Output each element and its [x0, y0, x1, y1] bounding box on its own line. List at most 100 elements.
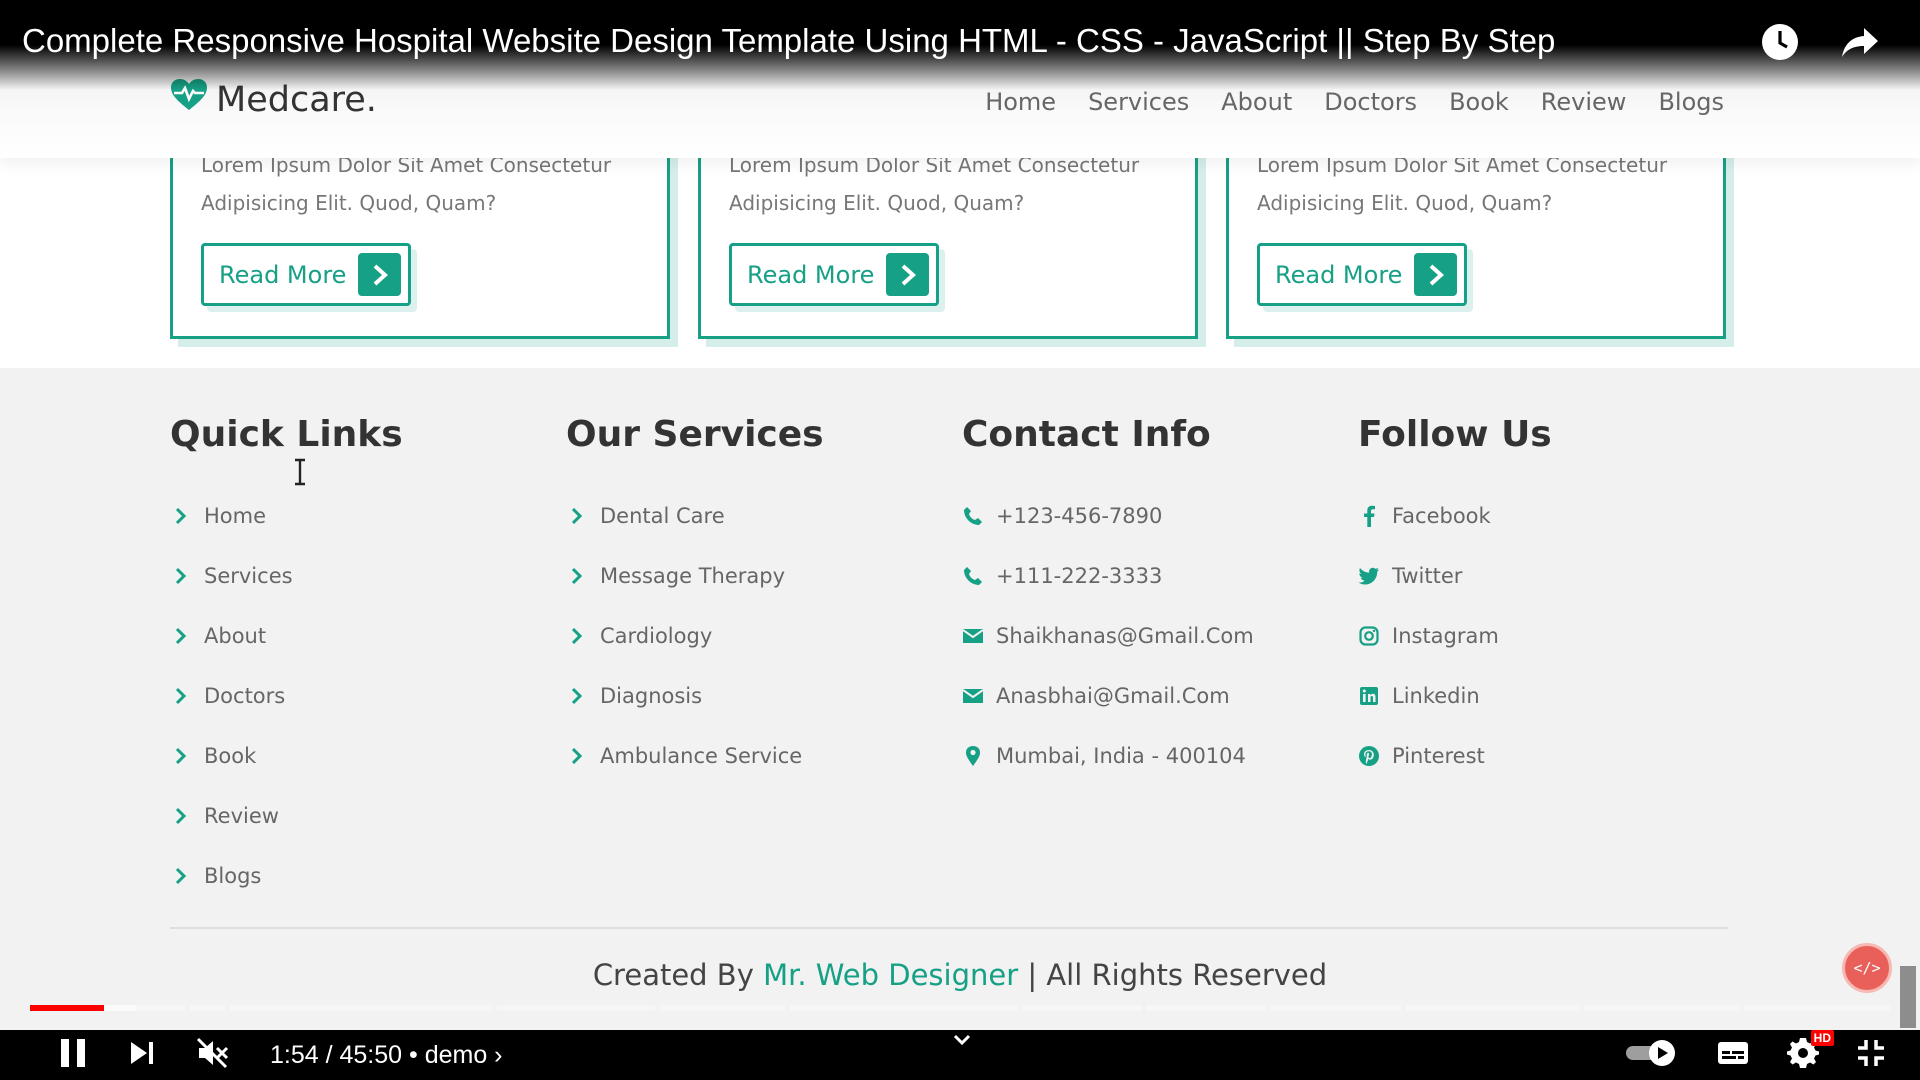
envelope-icon	[962, 687, 984, 705]
share-icon[interactable]	[1840, 22, 1880, 67]
video-player[interactable]: Lorem Ipsum Dolor Sit Amet Consectetur A…	[0, 0, 1920, 1080]
chapter-gap	[1266, 1005, 1270, 1011]
footer-link-label: Home	[204, 504, 267, 528]
phone-icon	[962, 565, 984, 587]
facebook-icon	[1358, 505, 1380, 527]
footer-link[interactable]: Home	[170, 486, 550, 546]
social-link-label: Twitter	[1392, 564, 1463, 588]
footer-link-label: About	[204, 624, 267, 648]
social-link[interactable]: Linkedin	[1358, 666, 1738, 726]
chapter-gap	[785, 1005, 789, 1011]
footer-link[interactable]: Review	[170, 786, 550, 846]
contact-item-label: Mumbai, India - 400104	[996, 744, 1246, 768]
video-title[interactable]: Complete Responsive Hospital Website Des…	[22, 22, 1555, 60]
credit-prefix: Created By	[592, 958, 754, 992]
next-icon[interactable]	[128, 1039, 156, 1072]
footer-link[interactable]: Services	[170, 546, 550, 606]
contact-item[interactable]: Anasbhai@Gmail.Com	[962, 666, 1342, 726]
chevron-right-icon	[170, 567, 192, 585]
settings-icon[interactable]: HD	[1786, 1029, 1834, 1075]
chevron-right-icon	[566, 747, 588, 765]
footer-link[interactable]: Book	[170, 726, 550, 786]
nav-review[interactable]: Review	[1541, 88, 1627, 116]
contact-item[interactable]: Mumbai, India - 400104	[962, 726, 1342, 786]
site-footer: Quick Links Home Services About Doctors …	[0, 368, 1920, 1030]
muted-volume-icon[interactable]	[196, 1037, 230, 1074]
read-more-button[interactable]: Read More	[201, 243, 411, 306]
nav-about[interactable]: About	[1221, 88, 1292, 116]
contact-column: Contact Info +123-456-7890 +111-222-3333…	[962, 414, 1342, 786]
contact-item-label: +111-222-3333	[996, 564, 1163, 588]
quick-links-title: Quick Links	[170, 414, 403, 455]
footer-link-label: Cardiology	[600, 624, 713, 648]
pinterest-icon	[1358, 745, 1380, 767]
controls-right: HD	[1624, 1029, 1886, 1080]
nav-doctors[interactable]: Doctors	[1324, 88, 1417, 116]
contact-item-label: +123-456-7890	[996, 504, 1163, 528]
contact-item-label: Shaikhanas@Gmail.Com	[996, 624, 1254, 648]
social-link[interactable]: Instagram	[1358, 606, 1738, 666]
chapter-gap	[1018, 1005, 1022, 1011]
social-link-label: Instagram	[1392, 624, 1499, 648]
watch-later-icon[interactable]	[1760, 22, 1800, 67]
read-more-button[interactable]: Read More	[729, 243, 939, 306]
envelope-icon	[962, 627, 984, 645]
credit-author-link[interactable]: Mr. Web Designer	[763, 958, 1018, 992]
progress-played	[30, 1005, 105, 1011]
time-display[interactable]: 1:54 / 45:50 • demo ›	[270, 1041, 503, 1070]
footer-link[interactable]: Diagnosis	[566, 666, 946, 726]
code-badge[interactable]: </>	[1842, 943, 1892, 993]
autoplay-toggle-icon[interactable]	[1624, 1037, 1680, 1074]
subtitles-icon[interactable]	[1716, 1039, 1750, 1072]
footer-link[interactable]: Message Therapy	[566, 546, 946, 606]
nav-book[interactable]: Book	[1449, 88, 1509, 116]
video-title-bar: Complete Responsive Hospital Website Des…	[0, 0, 1920, 90]
contact-item-label: Anasbhai@Gmail.Com	[996, 684, 1230, 708]
linkedin-icon	[1358, 686, 1380, 706]
chevron-right-icon	[566, 507, 588, 525]
contact-item[interactable]: +123-456-7890	[962, 486, 1342, 546]
text-cursor-icon	[292, 458, 308, 491]
phone-icon	[962, 505, 984, 527]
chevron-right-icon	[170, 747, 192, 765]
page-scrollbar[interactable]	[1900, 966, 1916, 1028]
contact-title: Contact Info	[962, 414, 1211, 455]
nav-services[interactable]: Services	[1088, 88, 1189, 116]
social-link[interactable]: Facebook	[1358, 486, 1738, 546]
read-more-label: Read More	[1275, 260, 1403, 289]
contact-item[interactable]: Shaikhanas@Gmail.Com	[962, 606, 1342, 666]
chevron-right-icon	[170, 507, 192, 525]
contact-item[interactable]: +111-222-3333	[962, 546, 1342, 606]
footer-link[interactable]: Ambulance Service	[566, 726, 946, 786]
quick-links-column: Quick Links Home Services About Doctors …	[170, 414, 550, 906]
footer-link[interactable]: Cardiology	[566, 606, 946, 666]
chevron-right-icon	[886, 253, 929, 296]
social-link[interactable]: Pinterest	[1358, 726, 1738, 786]
footer-link[interactable]: Dental Care	[566, 486, 946, 546]
footer-link[interactable]: Doctors	[170, 666, 550, 726]
services-column: Our Services Dental Care Message Therapy…	[566, 414, 946, 786]
read-more-button[interactable]: Read More	[1257, 243, 1467, 306]
nav-blogs[interactable]: Blogs	[1658, 88, 1724, 116]
chapter-gap	[1740, 1005, 1744, 1011]
social-link-label: Facebook	[1392, 504, 1491, 528]
twitter-icon	[1358, 567, 1380, 585]
credit-suffix: | All Rights Reserved	[1027, 958, 1328, 992]
footer-link[interactable]: About	[170, 606, 550, 666]
hd-badge: HD	[1810, 1029, 1834, 1046]
chevron-down-icon[interactable]	[950, 1030, 974, 1052]
footer-link-label: Book	[204, 744, 257, 768]
footer-link[interactable]: Blogs	[170, 846, 550, 906]
services-title: Our Services	[566, 414, 824, 455]
exit-fullscreen-icon[interactable]	[1856, 1038, 1886, 1073]
video-progress-bar[interactable]	[30, 1005, 1890, 1011]
website-viewport: Lorem Ipsum Dolor Sit Amet Consectetur A…	[0, 0, 1920, 1030]
pause-icon[interactable]	[58, 1037, 88, 1074]
read-more-label: Read More	[219, 260, 347, 289]
footer-credit: Created By Mr. Web Designer | All Rights…	[0, 958, 1920, 992]
social-link[interactable]: Twitter	[1358, 546, 1738, 606]
footer-link-label: Services	[204, 564, 293, 588]
nav-home[interactable]: Home	[985, 88, 1056, 116]
footer-divider	[170, 927, 1728, 929]
chevron-right-icon	[170, 627, 192, 645]
